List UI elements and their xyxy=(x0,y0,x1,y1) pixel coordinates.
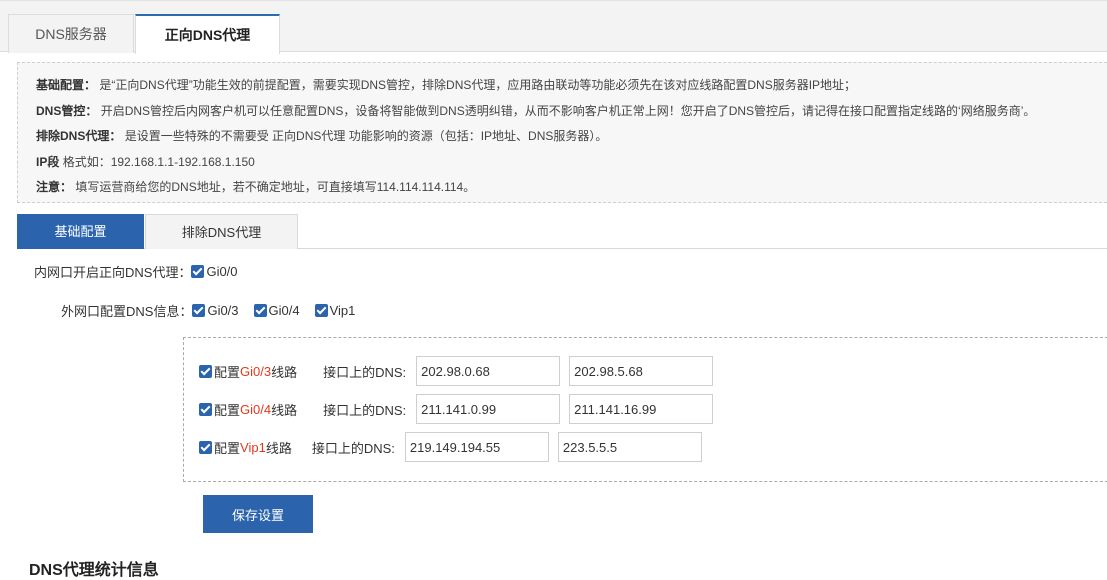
option-label: Gi0/3 xyxy=(207,302,239,318)
line-prefix: 配置 xyxy=(214,440,241,456)
dns-line-vip1: 配置 Vip1 线路 接口上的DNS: xyxy=(199,432,711,462)
top-tab-bar: DNS服务器 正向DNS代理 xyxy=(0,0,1107,54)
info-text: 格式如：192.168.1.1-192.168.1.150 xyxy=(62,154,255,169)
dns-line-gi0-4: 配置 Gi0/4 线路 接口上的DNS: xyxy=(199,394,722,424)
line-iface: Vip1 xyxy=(240,439,266,455)
dns-label: 接口上的DNS: xyxy=(323,364,407,380)
checkbox-checked-icon[interactable] xyxy=(199,402,212,416)
dns-primary-input[interactable] xyxy=(404,432,549,462)
tab-dns-server[interactable]: DNS服务器 xyxy=(8,14,134,53)
option-gi0-3[interactable]: Gi0/3 xyxy=(192,302,239,318)
info-panel: 基础配置： 是“正向DNS代理”功能生效的前提配置，需要实现DNS管控，排除DN… xyxy=(17,62,1107,203)
option-label: Vip1 xyxy=(329,302,356,318)
tab-exclude-dns-proxy[interactable]: 排除DNS代理 xyxy=(145,214,298,249)
info-text: 是设置一些特殊的不需要受 正向DNS代理 功能影响的资源（包括：IP地址、DNS… xyxy=(124,129,608,143)
sub-tab-bar: 基础配置 排除DNS代理 xyxy=(17,214,1107,249)
info-line-ip-range: IP段 格式如：192.168.1.1-192.168.1.150 xyxy=(36,153,1107,179)
info-text: 是“正向DNS代理”功能生效的前提配置，需要实现DNS管控，排除DNS代理，应用… xyxy=(99,78,857,92)
stats-section-title: DNS代理统计信息 xyxy=(29,562,159,579)
info-line-dns-control: DNS管控： 开启DNS管控后内网客户机可以任意配置DNS，设备将智能做到DNS… xyxy=(36,102,1107,128)
dns-label: 接口上的DNS: xyxy=(311,440,395,456)
info-text: 开启DNS管控后内网客户机可以任意配置DNS，设备将智能做到DNS透明纠错，从而… xyxy=(100,103,1036,118)
dns-secondary-input[interactable] xyxy=(557,432,702,462)
option-gi0-4[interactable]: Gi0/4 xyxy=(253,302,300,318)
dns-primary-input[interactable] xyxy=(416,394,561,424)
save-button[interactable]: 保存设置 xyxy=(203,495,313,533)
line-suffix: 线路 xyxy=(271,402,298,418)
info-line-exclude: 排除DNS代理： 是设置一些特殊的不需要受 正向DNS代理 功能影响的资源（包括… xyxy=(36,127,1107,153)
checkbox-checked-icon[interactable] xyxy=(253,303,267,317)
line-suffix: 线路 xyxy=(271,364,298,380)
line-prefix: 配置 xyxy=(214,364,241,380)
tab-basic-config[interactable]: 基础配置 xyxy=(17,214,144,249)
info-label: 基础配置： xyxy=(36,78,97,92)
info-text: 填写运营商给您的DNS地址，若不确定地址，可直接填写114.114.114.11… xyxy=(75,180,476,194)
line-prefix: 配置 xyxy=(214,402,241,418)
checkbox-checked-icon[interactable] xyxy=(191,264,205,278)
line-iface: Gi0/4 xyxy=(240,401,272,417)
checkbox-checked-icon[interactable] xyxy=(192,303,206,317)
info-label: IP段 xyxy=(36,154,60,169)
dns-primary-input[interactable] xyxy=(416,356,561,386)
info-label: 排除DNS代理： xyxy=(36,129,122,143)
dns-line-gi0-3: 配置 Gi0/3 线路 接口上的DNS: xyxy=(199,356,722,386)
option-label: Gi0/4 xyxy=(268,302,300,318)
tab-forward-dns-proxy[interactable]: 正向DNS代理 xyxy=(135,14,280,54)
option-gi0-0[interactable]: Gi0/0 xyxy=(191,263,238,279)
info-label: DNS管控： xyxy=(36,103,98,118)
checkbox-checked-icon[interactable] xyxy=(199,440,212,454)
checkbox-checked-icon[interactable] xyxy=(314,303,328,317)
dns-secondary-input[interactable] xyxy=(569,356,714,386)
info-line-basic: 基础配置： 是“正向DNS代理”功能生效的前提配置，需要实现DNS管控，排除DN… xyxy=(36,76,1107,102)
outer-interface-row: 外网口配置DNS信息： Gi0/3 Gi0/4 Vip1 xyxy=(61,301,370,319)
info-label: 注意： xyxy=(36,180,73,194)
dns-config-box: 配置Gi0/3线路 接口上的DNS: 配置Gi0/4线路 接口上的DNS: 配置… xyxy=(183,337,1107,482)
outer-interface-label: 外网口配置DNS信息： xyxy=(61,303,193,319)
checkbox-checked-icon[interactable] xyxy=(199,364,212,378)
line-iface: Gi0/3 xyxy=(240,363,272,379)
dns-secondary-input[interactable] xyxy=(569,394,714,424)
info-line-note: 注意： 填写运营商给您的DNS地址，若不确定地址，可直接填写114.114.11… xyxy=(36,178,1107,204)
line-suffix: 线路 xyxy=(265,440,292,456)
inner-interface-label: 内网口开启正向DNS代理： xyxy=(34,264,192,280)
inner-interface-row: 内网口开启正向DNS代理： Gi0/0 xyxy=(34,262,253,280)
option-vip1[interactable]: Vip1 xyxy=(314,302,356,318)
option-label: Gi0/0 xyxy=(206,263,238,279)
dns-label: 接口上的DNS: xyxy=(323,402,407,418)
